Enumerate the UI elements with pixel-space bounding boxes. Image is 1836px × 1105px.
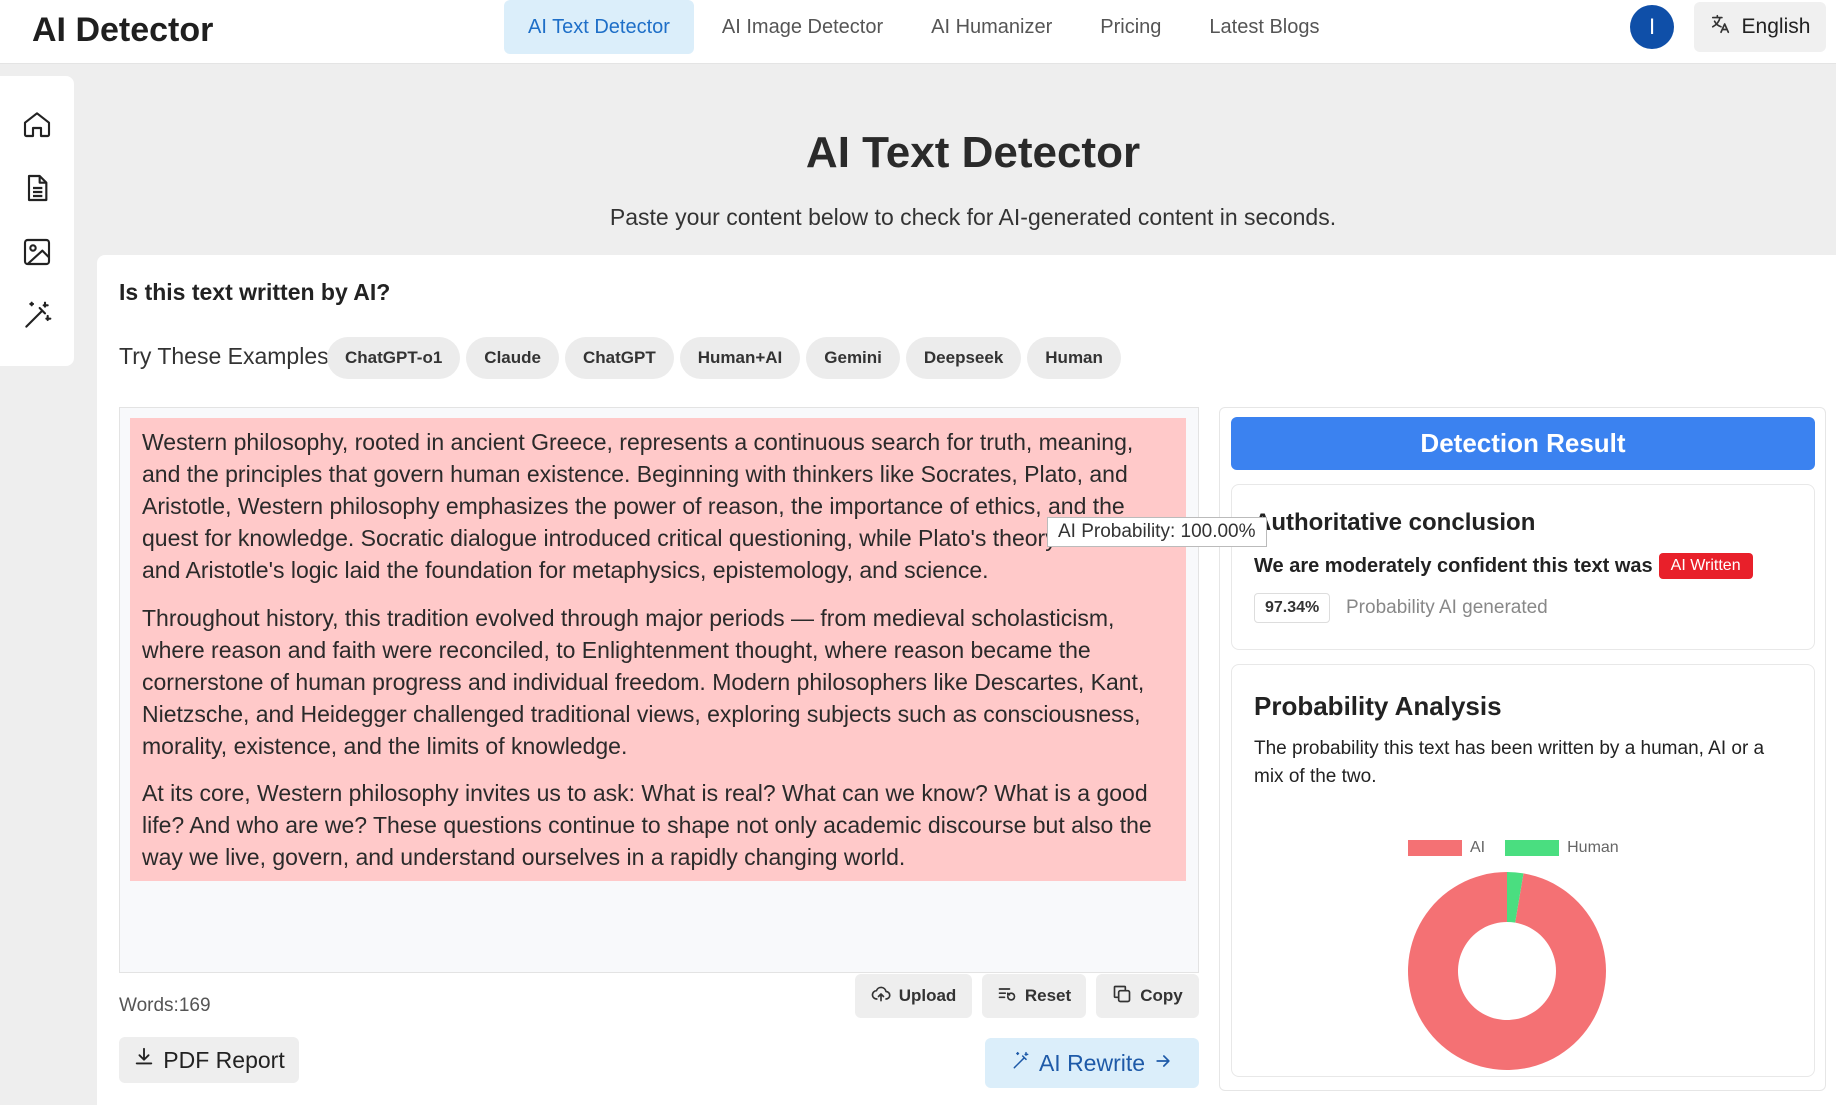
example-chip-chatgpt-o1[interactable]: ChatGPT-o1 (327, 337, 461, 379)
upload-button[interactable]: Upload (855, 974, 972, 1018)
reset-button[interactable]: Reset (982, 974, 1086, 1018)
main-nav: AI Text Detector AI Image Detector AI Hu… (504, 0, 1343, 54)
top-navbar: AI Detector AI Text Detector AI Image De… (0, 0, 1836, 64)
pdf-report-label: PDF Report (163, 1046, 285, 1073)
highlighted-paragraph[interactable]: Throughout history, this tradition evolv… (130, 594, 1186, 770)
legend-label-ai[interactable]: AI (1470, 839, 1485, 857)
detector-card: Is this text written by AI? Try These Ex… (97, 255, 1836, 1105)
example-chip-human[interactable]: Human (1027, 337, 1121, 379)
probability-analysis-description: The probability this text has been writt… (1254, 738, 1765, 787)
example-chip-gemini[interactable]: Gemini (806, 337, 900, 379)
conclusion-sentence: We are moderately confident this text wa… (1254, 554, 1653, 577)
word-count: Words:169 (119, 995, 211, 1016)
nav-ai-image-detector[interactable]: AI Image Detector (698, 0, 907, 54)
legend-swatch-ai (1408, 840, 1462, 856)
site-logo[interactable]: AI Detector (32, 10, 213, 50)
arrow-right-icon (1153, 1050, 1173, 1077)
chart-legend: AI Human (1408, 839, 1619, 857)
conclusion-card: Authoritative conclusion We are moderate… (1231, 484, 1815, 650)
pdf-report-button[interactable]: PDF Report (119, 1037, 299, 1083)
reset-label: Reset (1024, 986, 1072, 1005)
examples-label: Try These Examples: (119, 343, 336, 369)
nav-ai-humanizer[interactable]: AI Humanizer (907, 0, 1076, 54)
copy-label: Copy (1140, 986, 1183, 1005)
nav-pricing[interactable]: Pricing (1076, 0, 1185, 54)
upload-label: Upload (898, 986, 957, 1005)
user-avatar[interactable]: I (1630, 5, 1674, 49)
magic-wand-icon[interactable] (21, 300, 53, 332)
highlighted-paragraph[interactable]: Western philosophy, rooted in ancient Gr… (130, 418, 1186, 594)
detection-result-header: Detection Result (1231, 417, 1815, 470)
language-button[interactable]: English (1694, 2, 1826, 52)
example-chips: ChatGPT-o1 Claude ChatGPT Human+AI Gemin… (327, 337, 1121, 379)
text-input-area[interactable]: Western philosophy, rooted in ancient Gr… (119, 407, 1199, 973)
ai-rewrite-label: AI Rewrite (1038, 1049, 1146, 1076)
legend-label-human[interactable]: Human (1567, 839, 1619, 857)
image-icon[interactable] (21, 236, 53, 268)
ai-written-badge: AI Written (1658, 553, 1753, 579)
detection-result-panel: Detection Result Authoritative conclusio… (1219, 407, 1826, 1091)
translate-icon (1710, 13, 1732, 41)
example-chip-deepseek[interactable]: Deepseek (905, 337, 1022, 379)
page-title: AI Text Detector (805, 128, 1141, 177)
probability-label: Probability AI generated (1346, 597, 1548, 618)
reset-icon (997, 984, 1017, 1009)
legend-swatch-human (1505, 840, 1560, 856)
probability-analysis-title: Probability Analysis (1254, 691, 1502, 721)
upload-icon (871, 984, 891, 1009)
example-chip-claude[interactable]: Claude (466, 337, 559, 379)
highlighted-paragraph[interactable]: At its core, Western philosophy invites … (130, 769, 1186, 881)
example-chip-chatgpt[interactable]: ChatGPT (564, 337, 674, 379)
magic-wand-icon (1011, 1050, 1031, 1077)
nav-ai-text-detector[interactable]: AI Text Detector (504, 0, 694, 54)
conclusion-title: Authoritative conclusion (1254, 509, 1536, 536)
example-chip-human-ai[interactable]: Human+AI (679, 337, 801, 379)
nav-latest-blogs[interactable]: Latest Blogs (1185, 0, 1343, 54)
copy-button[interactable]: Copy (1096, 974, 1199, 1018)
question-heading: Is this text written by AI? (119, 279, 391, 305)
probability-analysis-card: Probability Analysis The probability thi… (1231, 664, 1815, 1077)
page-subtitle: Paste your content below to check for AI… (609, 204, 1337, 230)
probability-donut-chart (1408, 872, 1606, 1070)
conclusion-text: We are moderately confident this text wa… (1254, 553, 1753, 579)
download-icon (133, 1046, 155, 1074)
ai-probability-tooltip: AI Probability: 100.00% (1047, 517, 1267, 547)
probability-value: 97.34% (1254, 593, 1331, 623)
copy-icon (1112, 984, 1132, 1009)
ai-rewrite-button[interactable]: AI Rewrite (985, 1038, 1199, 1088)
language-label: English (1741, 15, 1811, 38)
